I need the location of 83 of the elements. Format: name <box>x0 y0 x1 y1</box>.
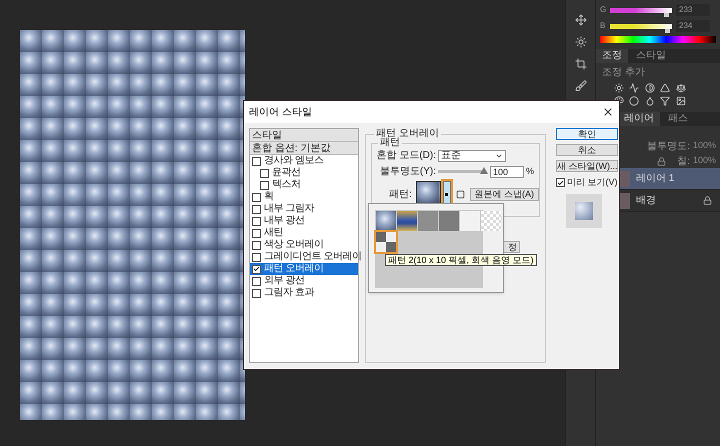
channel-slider-thumb[interactable] <box>665 28 670 32</box>
channel-value[interactable]: 234 <box>676 20 710 32</box>
crop-icon[interactable] <box>574 58 586 70</box>
checkbox[interactable] <box>556 178 565 188</box>
dialog-title: 레이어 스타일 <box>249 106 312 120</box>
channel-label: G <box>600 4 606 16</box>
layer-name: 배경 <box>636 194 656 208</box>
triangle-icon[interactable] <box>660 83 670 93</box>
style-list-header[interactable]: 스타일 <box>250 129 358 142</box>
filter-icon[interactable] <box>660 96 670 106</box>
close-icon[interactable] <box>602 106 614 118</box>
checkbox[interactable] <box>260 180 269 190</box>
lock-icon[interactable] <box>657 156 666 166</box>
style-list-header[interactable]: 혼합 옵션: 기본값 <box>250 142 358 155</box>
pattern-label: 패턴: <box>388 188 412 202</box>
dialog-button[interactable]: 새 스타일(W)... <box>556 160 618 172</box>
lock-icon <box>703 196 712 205</box>
style-list-item[interactable]: 윤곽선 <box>250 167 358 179</box>
blend-mode-select[interactable]: 표준 <box>438 150 506 162</box>
style-list-item[interactable]: 새틴 <box>250 227 358 239</box>
style-list-item[interactable]: 경사와 엠보스 <box>250 155 358 167</box>
style-list-item[interactable]: 텍스처 <box>250 179 358 191</box>
style-list-item[interactable]: 색상 오버레이 <box>250 239 358 251</box>
checkbox[interactable] <box>252 240 261 250</box>
color-spectrum-bar[interactable] <box>600 36 716 43</box>
pattern-swatch[interactable] <box>418 211 438 231</box>
opacity-input[interactable]: 100 <box>490 166 524 178</box>
brush-icon[interactable] <box>574 80 586 92</box>
opacity-label: 불투명도: <box>647 140 690 154</box>
droplet-icon[interactable] <box>644 96 655 106</box>
curve-icon[interactable] <box>629 83 640 93</box>
opacity-value[interactable]: 100% <box>692 139 716 153</box>
checkbox[interactable] <box>252 192 261 202</box>
checkbox[interactable] <box>252 288 261 298</box>
style-list-item[interactable]: 그림자 효과 <box>250 287 358 299</box>
move-icon[interactable] <box>574 14 586 26</box>
style-list-item[interactable]: 외부 광선 <box>250 275 358 287</box>
style-list-item[interactable]: 그레이디언트 오버레이 <box>250 251 358 263</box>
panel-tab[interactable]: 레이어 <box>618 112 660 126</box>
style-list-item[interactable]: 내부 광선 <box>250 215 358 227</box>
checkbox[interactable] <box>252 204 261 214</box>
checkbox[interactable] <box>252 252 261 262</box>
contrast-icon[interactable] <box>644 83 655 93</box>
group-title: 패턴 <box>378 137 402 149</box>
checkbox[interactable] <box>252 216 261 226</box>
pattern-swatch[interactable] <box>460 211 480 231</box>
new-preset-icon[interactable] <box>456 190 464 198</box>
checkbox[interactable] <box>252 264 261 274</box>
checkbox[interactable] <box>252 276 261 286</box>
channel-value[interactable]: 233 <box>676 4 710 16</box>
checkbox[interactable] <box>252 228 261 238</box>
panel-tab[interactable]: 패스 <box>662 112 694 126</box>
pattern-swatch[interactable] <box>376 232 396 252</box>
pattern-tooltip: 패턴 2(10 x 10 픽셀, 회색 음영 모드) <box>385 254 537 266</box>
channel-slider-thumb[interactable] <box>664 12 670 16</box>
fill-value[interactable]: 100% <box>692 154 716 168</box>
checkbox[interactable] <box>252 156 261 166</box>
sun-icon[interactable] <box>614 83 624 93</box>
panel-tab[interactable]: 조정 <box>596 49 628 63</box>
fill-label: 칠: <box>677 154 690 168</box>
pattern-swatch[interactable] <box>376 211 396 231</box>
style-list-item[interactable]: 내부 그림자 <box>250 203 358 215</box>
dialog-button[interactable]: 확인 <box>556 128 618 140</box>
snap-to-origin-button[interactable]: 원본에 스냅(A) <box>470 188 539 200</box>
sun-icon[interactable] <box>574 36 586 48</box>
layer-name: 레이어 1 <box>636 172 674 186</box>
pattern-swatch[interactable] <box>481 211 501 231</box>
panel-tab[interactable]: 스타일 <box>630 49 672 63</box>
style-list-item[interactable]: 패턴 오버레이 <box>250 263 358 275</box>
balance-icon[interactable] <box>676 83 686 93</box>
preview-image <box>575 202 593 220</box>
checkbox[interactable] <box>260 168 269 178</box>
opacity-label: 불투명도(Y): <box>378 165 436 179</box>
image-icon[interactable] <box>676 96 686 106</box>
style-list-item[interactable]: 획 <box>250 191 358 203</box>
pattern-swatch[interactable] <box>397 211 417 231</box>
dialog-button[interactable]: 취소 <box>556 144 618 156</box>
blend-mode-label: 혼합 모드(D): <box>376 149 436 163</box>
pattern-swatch[interactable] <box>439 211 459 231</box>
panel-subtitle: 조정 추가 <box>601 66 646 80</box>
percent-unit: % <box>526 164 534 178</box>
circle-icon[interactable] <box>629 96 640 106</box>
channel-label: B <box>600 20 606 32</box>
